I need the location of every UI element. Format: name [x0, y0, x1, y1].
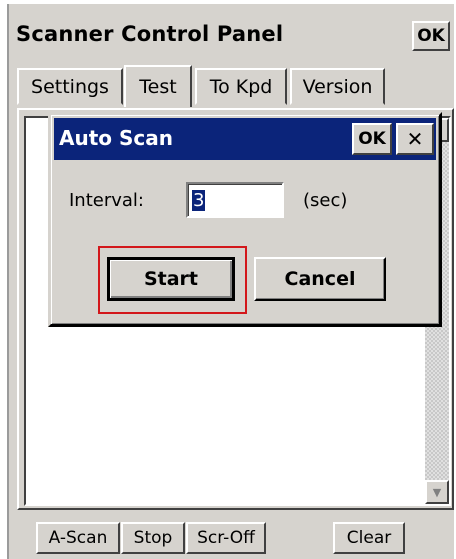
app-ok-button[interactable]: OK — [412, 21, 450, 51]
interval-value: 3 — [192, 189, 206, 211]
a-scan-button[interactable]: A-Scan — [36, 522, 120, 554]
tab-settings[interactable]: Settings — [17, 68, 123, 105]
bottom-toolbar: A-Scan Stop Scr-Off Clear — [9, 516, 454, 559]
tab-test[interactable]: Test — [124, 65, 192, 107]
interval-unit: (sec) — [303, 190, 348, 211]
dialog-ok-button[interactable]: OK — [352, 123, 392, 155]
auto-scan-dialog: Auto Scan OK ✕ Interval: 3 (sec) Start C… — [48, 112, 442, 327]
clear-button[interactable]: Clear — [333, 522, 405, 554]
screen-off-button[interactable]: Scr-Off — [186, 522, 266, 554]
stop-button[interactable]: Stop — [121, 522, 185, 554]
dialog-title: Auto Scan — [59, 126, 173, 150]
interval-label: Interval: — [69, 190, 144, 211]
close-icon[interactable]: ✕ — [396, 123, 434, 155]
tab-version[interactable]: Version — [290, 68, 385, 105]
interval-input[interactable]: 3 — [186, 182, 284, 218]
tab-to-kpd[interactable]: To Kpd — [195, 68, 287, 105]
app-title: Scanner Control Panel — [16, 22, 284, 46]
start-button[interactable]: Start — [107, 257, 235, 301]
arrow-down-icon[interactable]: ▼ — [425, 480, 449, 504]
cancel-button[interactable]: Cancel — [254, 257, 386, 301]
title-bar: Scanner Control Panel OK — [9, 4, 454, 63]
dialog-title-bar: Auto Scan OK ✕ — [54, 118, 436, 160]
